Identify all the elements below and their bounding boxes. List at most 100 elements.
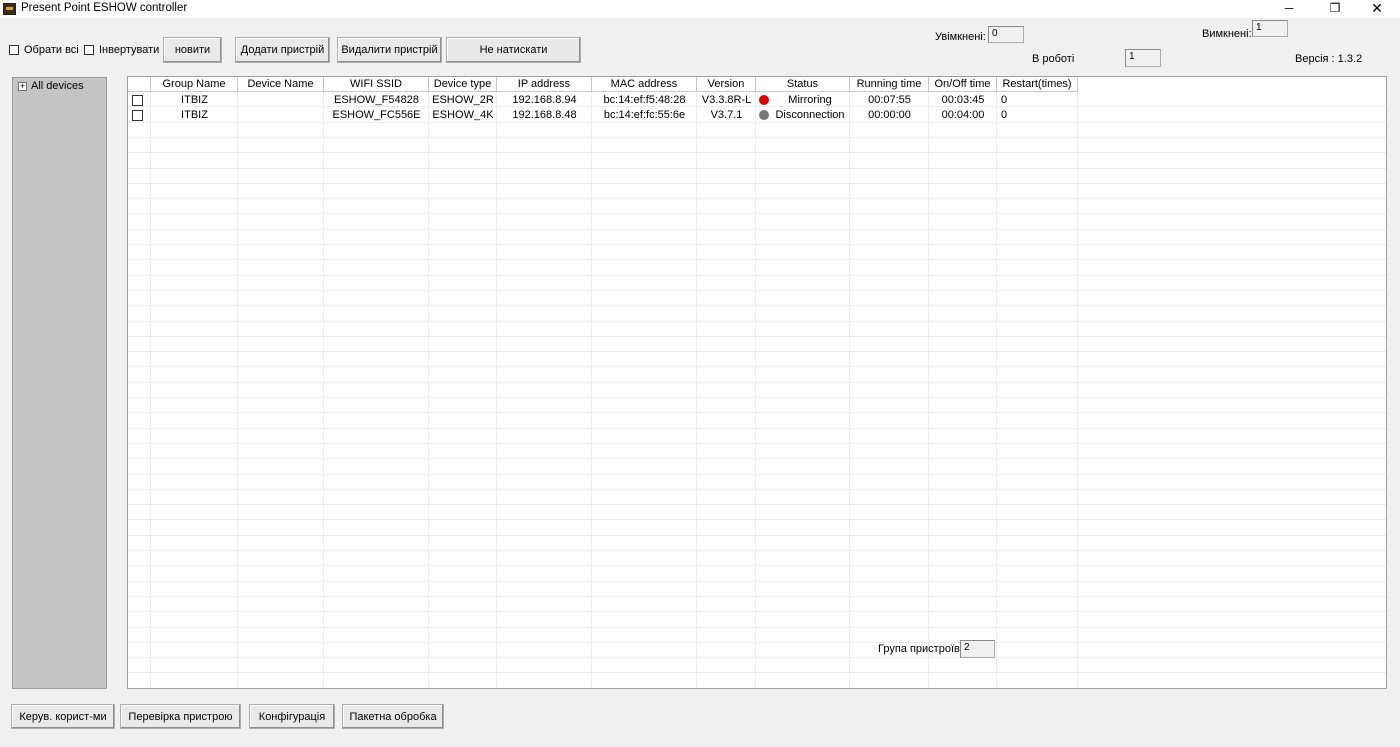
cell-status: Disconnection: [775, 109, 845, 121]
in-work-value: 1: [1125, 49, 1161, 67]
row-checkbox[interactable]: [132, 95, 143, 106]
column-header-device-type[interactable]: Device type: [429, 77, 497, 92]
grid-row-line: [128, 321, 1386, 322]
select-all-checkbox[interactable]: [9, 45, 19, 55]
batch-processing-button[interactable]: Пакетна обробка: [342, 704, 444, 729]
minimize-button[interactable]: ─: [1266, 0, 1312, 18]
do-not-press-button[interactable]: Не натискати: [446, 37, 581, 63]
add-device-button[interactable]: Додати пристрій: [235, 37, 330, 63]
column-header-status[interactable]: Status: [756, 77, 850, 92]
status-indicator-icon: [759, 95, 769, 105]
column-header-group-name[interactable]: Group Name: [151, 77, 238, 92]
grid-row-line: [128, 382, 1386, 383]
grid-row-line: [128, 428, 1386, 429]
grid-row-line: [128, 275, 1386, 276]
grid-row-line: [128, 443, 1386, 444]
status-indicator-icon: [759, 110, 769, 120]
grid-row-line: [128, 688, 1387, 689]
maximize-button[interactable]: ❐: [1312, 0, 1358, 18]
grid-row-line: [128, 565, 1386, 566]
cell-version: V3.7.1: [710, 109, 743, 121]
grid-row-line: [128, 535, 1386, 536]
grid-row-line: [128, 290, 1386, 291]
disabled-label: Вимкнені:: [1202, 28, 1252, 40]
cell-group: ITBIZ: [181, 109, 208, 121]
column-header-running-time[interactable]: Running time: [850, 77, 929, 92]
cell-onoff: 00:04:00: [941, 109, 985, 121]
cell-restart: 0: [1001, 94, 1008, 106]
grid-row-line: [128, 351, 1386, 352]
disabled-value: 1: [1252, 20, 1288, 37]
grid-row-line: [128, 366, 1386, 367]
title-bar: Present Point ESHOW controller ─ ❐ ✕: [0, 0, 1400, 18]
grid-row-line: [128, 489, 1386, 490]
column-header-on-off-time[interactable]: On/Off time: [929, 77, 997, 92]
grid-row-line: [128, 627, 1386, 628]
tree-root-all-devices[interactable]: All devices: [31, 80, 84, 92]
column-header-version[interactable]: Version: [697, 77, 756, 92]
grid-row-line: [128, 305, 1386, 306]
grid-row-line: [128, 397, 1386, 398]
grid-row-line: [128, 581, 1386, 582]
delete-device-button[interactable]: Видалити пристрій: [337, 37, 442, 63]
cell-device-name: [238, 108, 324, 123]
grid-row-line: [128, 244, 1386, 245]
cell-ip: 192.168.8.48: [512, 109, 577, 121]
user-management-button[interactable]: Керув. корист-ми: [11, 704, 115, 729]
version-label: Версія : 1.3.2: [1295, 53, 1363, 65]
grid-row-line: [128, 259, 1386, 260]
cell-running: 00:00:00: [868, 109, 911, 121]
grid-row-line: [128, 412, 1386, 413]
grid-row-line: [128, 183, 1386, 184]
cell-type: ESHOW_4K: [432, 109, 494, 121]
grid-row-line: [128, 519, 1386, 520]
grid-row-line: [128, 672, 1386, 673]
grid-row-line: [128, 336, 1386, 337]
grid-row-line: [128, 458, 1386, 459]
configuration-button[interactable]: Конфігурація: [249, 704, 335, 729]
invert-label: Інвертувати: [99, 44, 160, 56]
cell-group: ITBIZ: [181, 94, 208, 106]
grid-row-line: [128, 152, 1386, 153]
grid-row-line: [128, 504, 1386, 505]
cell-mac: bc:14:ef:fc:55:6e: [603, 109, 686, 121]
grid-row-line: [128, 642, 1386, 643]
grid-row-line: [128, 596, 1386, 597]
device-table: Group Name Device Name WIFI SSID Device typ…: [127, 76, 1387, 689]
cell-mac: bc:14:ef:f5:48:28: [603, 94, 686, 106]
cell-status: Mirroring: [788, 94, 832, 106]
grid-row-line: [128, 611, 1386, 612]
grid-row-line: [128, 198, 1386, 199]
cell-running: 00:07:55: [868, 94, 911, 106]
expand-icon[interactable]: +: [18, 82, 27, 91]
close-button[interactable]: ✕: [1354, 0, 1400, 18]
invert-checkbox[interactable]: [84, 45, 94, 55]
group-count-label: Група пристроїв: [878, 643, 960, 655]
column-header-restart-times[interactable]: Restart(times): [997, 77, 1078, 92]
column-header-ip-address[interactable]: IP address: [497, 77, 592, 92]
cell-type: ESHOW_2R: [432, 94, 494, 106]
device-tree[interactable]: + All devices: [12, 77, 107, 689]
select-all-label: Обрати всі: [24, 44, 79, 56]
header-checkbox-column: [128, 77, 151, 92]
column-header-wifi-ssid[interactable]: WIFI SSID: [324, 77, 429, 92]
enabled-value: 0: [988, 26, 1024, 43]
device-check-button[interactable]: Перевірка пристрою: [120, 704, 241, 729]
grid-row-line: [128, 213, 1386, 214]
enabled-label: Увімкнені:: [935, 31, 986, 43]
grid-row-line: [128, 168, 1386, 169]
grid-row-line: [128, 474, 1386, 475]
row-checkbox[interactable]: [132, 110, 143, 121]
group-count-value: 2: [960, 640, 995, 658]
in-work-label: В роботі: [1032, 53, 1075, 65]
window-title: Present Point ESHOW controller: [21, 2, 188, 14]
column-header-device-name[interactable]: Device Name: [238, 77, 324, 92]
cell-restart: 0: [1001, 109, 1008, 121]
grid-row-line: [128, 657, 1386, 658]
refresh-button[interactable]: новити: [163, 37, 222, 63]
column-header-mac-address[interactable]: MAC address: [592, 77, 697, 92]
cell-ssid: ESHOW_F54828: [334, 94, 419, 106]
grid-row-line: [128, 550, 1386, 551]
app-icon: [3, 3, 16, 15]
cell-ip: 192.168.8.94: [512, 94, 577, 106]
